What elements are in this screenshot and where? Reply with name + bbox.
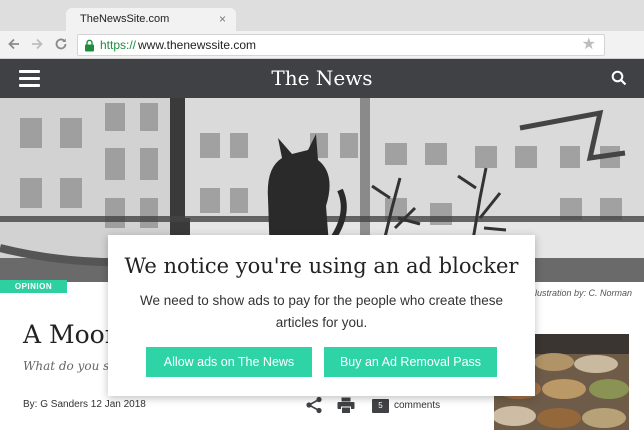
address-bar[interactable]: https:// www.thenewssite.com ★ <box>77 34 605 56</box>
share-icon[interactable] <box>305 396 323 414</box>
modal-title: We notice you're using an ad blocker <box>124 254 519 278</box>
buy-ad-removal-pass-button[interactable]: Buy an Ad Removal Pass <box>324 347 497 377</box>
browser-tabstrip: TheNewsSite.com × <box>0 0 644 32</box>
comment-count-badge[interactable]: 5 <box>372 399 389 413</box>
illustration-caption: Illustration by: C. Norman <box>530 288 632 298</box>
comments-link[interactable]: comments <box>394 400 440 411</box>
article-subhead: What do you sa <box>23 359 117 373</box>
adblock-modal: We notice you're using an ad blocker We … <box>108 235 535 396</box>
bookmark-star-icon[interactable]: ★ <box>582 35 596 55</box>
allow-ads-button[interactable]: Allow ads on The News <box>146 347 312 377</box>
print-icon[interactable] <box>337 397 355 414</box>
tab-title: TheNewsSite.com <box>80 13 170 25</box>
site-title[interactable]: The News <box>0 66 644 90</box>
modal-message: We need to show ads to pay for the peopl… <box>140 293 503 330</box>
back-icon[interactable] <box>4 34 24 54</box>
search-icon[interactable] <box>611 70 627 86</box>
article-headline[interactable]: A Moon <box>23 320 121 349</box>
url-host: www.thenewssite.com <box>138 38 257 52</box>
forward-icon[interactable] <box>27 34 47 54</box>
page: TheNewsSite.com × https:// www.thenewssi… <box>0 0 644 430</box>
browser-tab[interactable]: TheNewsSite.com × <box>66 8 236 32</box>
lock-icon <box>85 39 94 52</box>
url-scheme: https:// <box>100 38 137 52</box>
article-byline: By: G Sanders 12 Jan 2018 <box>23 399 146 410</box>
tab-close-icon[interactable]: × <box>219 12 226 26</box>
opinion-badge[interactable]: OPINION <box>0 280 67 293</box>
browser-toolbar: https:// www.thenewssite.com ★ <box>0 31 644 59</box>
reload-icon[interactable] <box>51 34 71 54</box>
site-header: The News <box>0 59 644 98</box>
